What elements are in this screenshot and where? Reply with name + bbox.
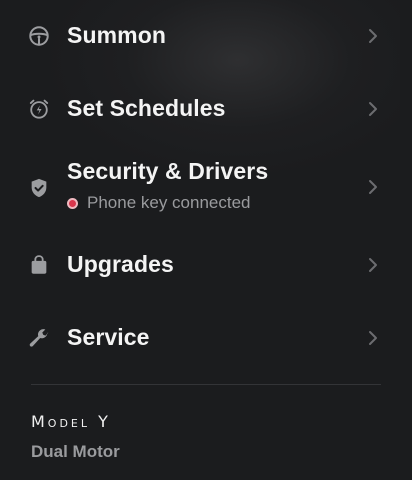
shield-check-icon <box>27 176 51 200</box>
vehicle-variant: Dual Motor <box>31 442 120 461</box>
menu-item-label: Security & Drivers <box>67 158 269 184</box>
chevron-right-icon <box>366 256 380 274</box>
chevron-right-icon <box>366 100 380 118</box>
menu-item-label: Summon <box>67 22 166 48</box>
menu-item-upgrades[interactable]: Upgrades <box>0 251 412 279</box>
menu-item-summon[interactable]: Summon <box>0 22 412 50</box>
menu-item-security-drivers[interactable]: Security & Drivers Phone key connected <box>0 158 412 218</box>
shopping-bag-icon <box>27 253 51 277</box>
menu-item-label: Upgrades <box>67 251 174 277</box>
status-dot <box>67 197 78 209</box>
menu-item-service[interactable]: Service <box>0 324 412 352</box>
menu-item-label: Set Schedules <box>67 95 226 121</box>
phone-key-status: Phone key connected <box>67 193 251 213</box>
vehicle-model-name: Model Y <box>31 412 111 431</box>
menu-item-label: Service <box>67 324 150 350</box>
chevron-right-icon <box>366 178 380 196</box>
menu-item-set-schedules[interactable]: Set Schedules <box>0 95 412 123</box>
chevron-right-icon <box>366 329 380 347</box>
alarm-clock-bolt-icon <box>27 97 51 121</box>
status-text: Phone key connected <box>87 193 251 212</box>
steering-wheel-icon <box>27 24 51 48</box>
wrench-icon <box>27 326 51 350</box>
chevron-right-icon <box>366 27 380 45</box>
divider <box>31 384 381 385</box>
